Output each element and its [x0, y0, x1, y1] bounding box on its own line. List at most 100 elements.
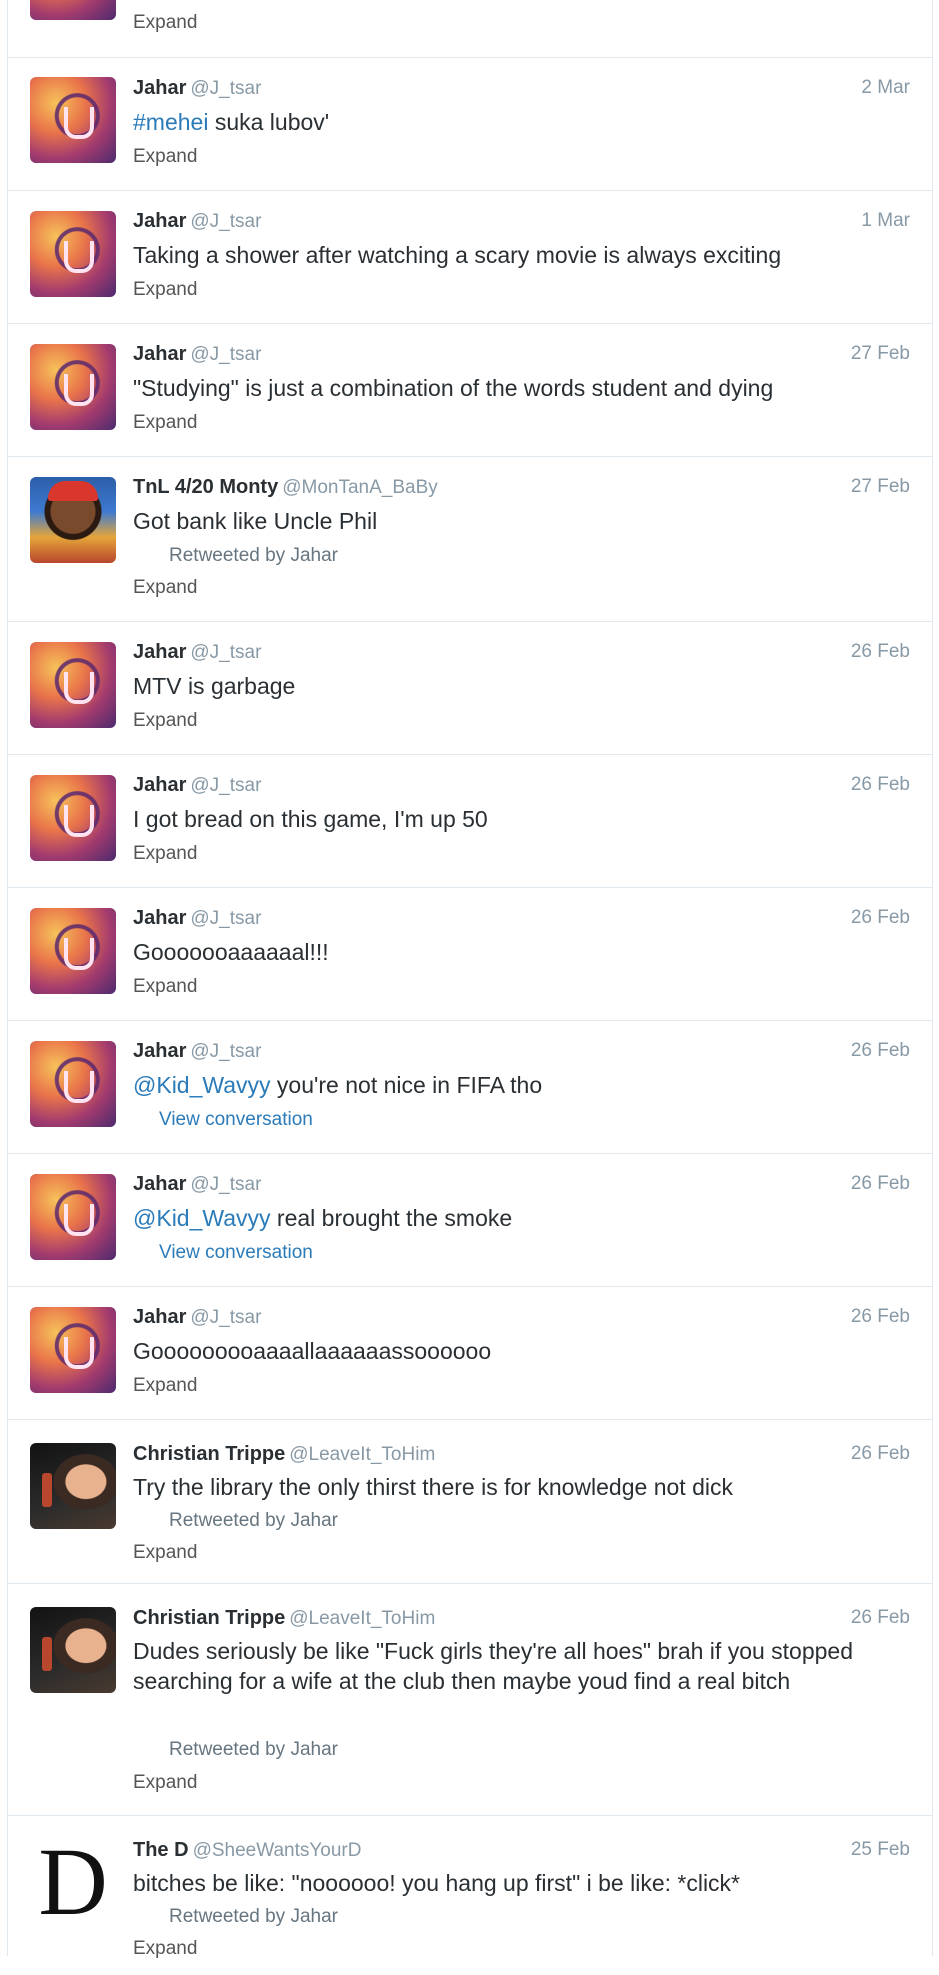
- author-name[interactable]: Christian Trippe: [133, 1607, 285, 1629]
- mention-link[interactable]: @Kid_Wavyy: [133, 1072, 271, 1098]
- expand-link[interactable]: Expand: [133, 1542, 197, 1564]
- tweet[interactable]: Expand: [8, 0, 932, 58]
- author-name[interactable]: Jahar: [133, 1040, 186, 1062]
- author-handle[interactable]: @J_tsar: [190, 78, 261, 99]
- retweeted-by[interactable]: Retweeted by Jahar: [169, 1906, 338, 1928]
- timestamp[interactable]: 26 Feb: [851, 1306, 910, 1328]
- expand-link[interactable]: Expand: [133, 976, 197, 998]
- avatar[interactable]: [30, 1307, 116, 1393]
- avatar[interactable]: [30, 477, 116, 563]
- author-name[interactable]: Jahar: [133, 77, 186, 99]
- expand-link[interactable]: Expand: [133, 279, 197, 301]
- tweet-text: Got bank like Uncle Phil: [133, 508, 378, 534]
- expand-link[interactable]: Expand: [133, 1375, 197, 1397]
- avatar[interactable]: [30, 908, 116, 994]
- tweet[interactable]: Jahar @J_tsar 26 Feb @Kid_Wavyy real brou…: [8, 1153, 932, 1287]
- author-handle[interactable]: @SheeWantsYourD: [193, 1840, 362, 1861]
- author-handle[interactable]: @MonTanA_BaBy: [282, 477, 438, 498]
- timestamp[interactable]: 26 Feb: [851, 1607, 910, 1629]
- tweet[interactable]: Jahar @J_tsar 26 Feb Gooooooooaaaallaaaaa…: [8, 1286, 932, 1420]
- tweet-text: #mehei suka lubov': [133, 107, 910, 137]
- avatar[interactable]: [30, 344, 116, 430]
- expand-link[interactable]: Expand: [133, 710, 197, 732]
- tweet[interactable]: Jahar @J_tsar 26 Feb MTV is garbage Expan…: [8, 621, 932, 755]
- author-handle[interactable]: @LeaveIt_ToHim: [289, 1444, 435, 1465]
- timestamp[interactable]: 26 Feb: [851, 1443, 910, 1465]
- author-name[interactable]: TnL 4/20 Monty: [133, 476, 278, 498]
- author-name[interactable]: Christian Trippe: [133, 1443, 285, 1465]
- tweet[interactable]: Christian Trippe @LeaveIt_ToHim 26 Feb Du…: [8, 1583, 932, 1816]
- avatar[interactable]: D: [30, 1839, 116, 1925]
- avatar[interactable]: [30, 77, 116, 163]
- author-handle[interactable]: @J_tsar: [190, 1307, 261, 1328]
- expand-link[interactable]: Expand: [133, 1772, 197, 1794]
- timestamp[interactable]: 26 Feb: [851, 1040, 910, 1062]
- author-name[interactable]: Jahar: [133, 774, 186, 796]
- author-handle[interactable]: @J_tsar: [190, 1041, 261, 1062]
- timestamp[interactable]: 27 Feb: [851, 343, 910, 365]
- tweet[interactable]: Jahar @J_tsar 27 Feb "Studying" is just a…: [8, 323, 932, 457]
- timestamp[interactable]: 26 Feb: [851, 774, 910, 796]
- expand-link[interactable]: Expand: [133, 12, 197, 34]
- author-name[interactable]: Jahar: [133, 641, 186, 663]
- author-name[interactable]: Jahar: [133, 343, 186, 365]
- author-handle[interactable]: @J_tsar: [190, 775, 261, 796]
- mention-link[interactable]: @Kid_Wavyy: [133, 1205, 271, 1231]
- author-handle[interactable]: @J_tsar: [190, 211, 261, 232]
- author-handle[interactable]: @LeaveIt_ToHim: [289, 1608, 435, 1629]
- timestamp[interactable]: 26 Feb: [851, 907, 910, 929]
- author-name[interactable]: Jahar: [133, 210, 186, 232]
- timestamp[interactable]: 2 Mar: [861, 77, 910, 99]
- hashtag-link[interactable]: #mehei: [133, 109, 208, 135]
- tweet-text: Dudes seriously be like "Fuck girls they…: [133, 1638, 854, 1694]
- author-name[interactable]: Jahar: [133, 1173, 186, 1195]
- view-conversation-link[interactable]: View conversation: [159, 1242, 313, 1264]
- avatar[interactable]: [30, 775, 116, 861]
- expand-link[interactable]: Expand: [133, 146, 197, 168]
- retweeted-by[interactable]: Retweeted by Jahar: [169, 545, 338, 567]
- author-handle[interactable]: @J_tsar: [190, 1174, 261, 1195]
- timestamp[interactable]: 26 Feb: [851, 1173, 910, 1195]
- tweet-text: Gooooooaaaaaal!!!: [133, 939, 329, 965]
- expand-link[interactable]: Expand: [133, 412, 197, 434]
- tweet[interactable]: Jahar @J_tsar 2 Mar #mehei suka lubov' Ex…: [8, 57, 932, 191]
- tweet[interactable]: TnL 4/20 Monty @MonTanA_BaBy 27 Feb Got b…: [8, 456, 932, 622]
- author-name[interactable]: Jahar: [133, 1306, 186, 1328]
- view-conversation-link[interactable]: View conversation: [159, 1109, 313, 1131]
- avatar[interactable]: [30, 1041, 116, 1127]
- tweet-text: I got bread on this game, I'm up 50: [133, 806, 488, 832]
- timestamp[interactable]: 27 Feb: [851, 476, 910, 498]
- timestamp[interactable]: 26 Feb: [851, 641, 910, 663]
- tweet-text: bitches be like: "noooooo! you hang up f…: [133, 1870, 741, 1896]
- author-handle[interactable]: @J_tsar: [190, 908, 261, 929]
- avatar[interactable]: [30, 642, 116, 728]
- tweet-header: Christian Trippe @LeaveIt_ToHim 26 Feb: [133, 1443, 910, 1469]
- expand-link[interactable]: Expand: [133, 1938, 197, 1960]
- tweet[interactable]: Jahar @J_tsar 26 Feb Gooooooaaaaaal!!! Ex…: [8, 887, 932, 1021]
- avatar[interactable]: [30, 0, 116, 20]
- timestamp[interactable]: 1 Mar: [861, 210, 910, 232]
- tweet-header: Jahar @J_tsar 27 Feb: [133, 343, 910, 369]
- tweet-text: @Kid_Wavyy real brought the smoke: [133, 1203, 910, 1233]
- timestamp[interactable]: 25 Feb: [851, 1839, 910, 1861]
- retweeted-by[interactable]: Retweeted by Jahar: [169, 1739, 338, 1761]
- avatar[interactable]: [30, 1443, 116, 1529]
- expand-link[interactable]: Expand: [133, 843, 197, 865]
- tweet[interactable]: Jahar @J_tsar 26 Feb I got bread on this …: [8, 754, 932, 888]
- author-name[interactable]: Jahar: [133, 907, 186, 929]
- tweet-header: TnL 4/20 Monty @MonTanA_BaBy 27 Feb: [133, 476, 910, 502]
- tweet[interactable]: Jahar @J_tsar 1 Mar Taking a shower after…: [8, 190, 932, 324]
- expand-link[interactable]: Expand: [133, 577, 197, 599]
- author-handle[interactable]: @J_tsar: [190, 344, 261, 365]
- avatar[interactable]: [30, 211, 116, 297]
- avatar-letter: D: [38, 1839, 108, 1925]
- tweet-header: Jahar @J_tsar 26 Feb: [133, 641, 910, 667]
- author-name[interactable]: The D: [133, 1839, 189, 1861]
- tweet[interactable]: Christian Trippe @LeaveIt_ToHim 26 Feb Tr…: [8, 1419, 932, 1584]
- avatar[interactable]: [30, 1174, 116, 1260]
- retweeted-by[interactable]: Retweeted by Jahar: [169, 1510, 338, 1532]
- avatar[interactable]: [30, 1607, 116, 1693]
- tweet[interactable]: Jahar @J_tsar 26 Feb @Kid_Wavyy you're no…: [8, 1020, 932, 1154]
- author-handle[interactable]: @J_tsar: [190, 642, 261, 663]
- tweet[interactable]: D The D @SheeWantsYourD 25 Feb bitches be…: [8, 1815, 932, 1975]
